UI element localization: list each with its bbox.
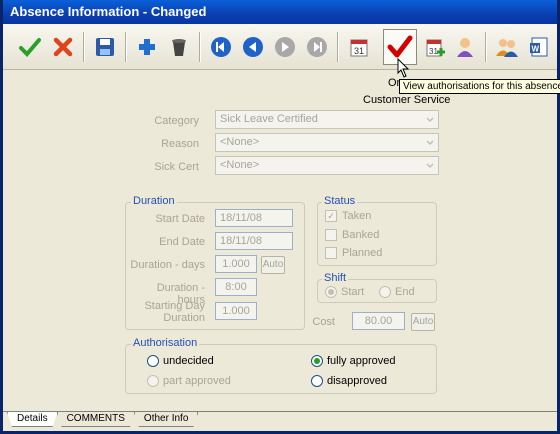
previous-record-icon (243, 37, 263, 57)
shift-end-radio[interactable]: End (379, 286, 415, 298)
people-button[interactable] (492, 32, 522, 62)
word-document-icon: W (530, 37, 548, 57)
person-button[interactable] (450, 32, 480, 62)
duration-title: Duration (131, 195, 177, 207)
starting-day-label: Starting Day (144, 300, 205, 312)
chevron-down-icon (422, 158, 437, 173)
calendar-button[interactable]: 31 (344, 32, 374, 62)
calendar-icon: 31 (350, 39, 368, 57)
last-record-button[interactable] (302, 32, 332, 62)
toolbar: 31 31 W (3, 24, 557, 70)
end-date-field[interactable]: 18/11/08 (215, 232, 293, 250)
previous-record-button[interactable] (238, 32, 268, 62)
status-title: Status (322, 195, 358, 207)
banked-label: Banked (342, 229, 380, 241)
planned-checkbox[interactable]: Planned (325, 247, 382, 259)
calendar-add-button[interactable]: 31 (420, 32, 450, 62)
cancel-button[interactable] (48, 32, 78, 62)
taken-label: Taken (342, 210, 372, 222)
reason-value: <None> (220, 136, 260, 148)
last-record-icon (307, 37, 327, 57)
taken-checkbox[interactable]: ✓ Taken (325, 210, 371, 222)
delete-x-icon (53, 37, 73, 57)
tab-comments[interactable]: COMMENTS (57, 412, 135, 427)
category-select[interactable]: Sick Leave Certified (215, 110, 439, 129)
save-disk-icon (96, 38, 114, 56)
checkmark-icon (19, 38, 41, 57)
first-record-icon (211, 37, 231, 57)
authorisation-tick-icon (387, 35, 413, 58)
save-button[interactable] (90, 32, 120, 62)
radio-circle (147, 375, 159, 387)
duration-hours-field[interactable]: 8:00 (215, 278, 257, 296)
banked-checkbox[interactable]: Banked (325, 229, 379, 241)
starting-day-label-2: Duration (163, 312, 205, 324)
svg-text:W: W (532, 45, 540, 54)
shift-start-label: Start (341, 286, 365, 298)
duration-auto-button[interactable]: Auto (261, 256, 285, 274)
category-label: Category (154, 115, 199, 127)
radio-circle (379, 286, 391, 298)
duration-days-label: Duration - days (130, 259, 205, 271)
tab-strip: Details COMMENTS Other Info (7, 412, 197, 428)
next-record-button[interactable] (270, 32, 300, 62)
first-record-button[interactable] (206, 32, 236, 62)
duration-days-field[interactable]: 1.000 (215, 255, 257, 273)
undecided-radio[interactable]: undecided (147, 355, 214, 367)
next-record-icon (275, 37, 295, 57)
planned-label: Planned (342, 247, 383, 259)
authorisation-title: Authorisation (131, 337, 200, 349)
sick-cert-select[interactable]: <None> (215, 156, 439, 175)
tab-other-info[interactable]: Other Info (134, 412, 198, 427)
part-approved-label: part approved (163, 375, 231, 387)
cost-label: Cost (312, 316, 335, 328)
start-date-label: Start Date (155, 213, 205, 225)
planned-box (325, 247, 337, 259)
chevron-down-icon (422, 135, 437, 150)
shift-end-label: End (395, 286, 415, 298)
reason-label: Reason (161, 138, 199, 150)
add-button[interactable] (132, 32, 162, 62)
sick-cert-value: <None> (220, 159, 260, 171)
window-title: Absence Information - Changed (3, 0, 557, 24)
absence-window: Absence Information - Changed 31 31 W On… (0, 0, 560, 434)
svg-text:31: 31 (354, 46, 364, 56)
starting-day-field[interactable]: 1.000 (215, 302, 257, 320)
cost-auto-button[interactable]: Auto (411, 313, 435, 331)
tab-details[interactable]: Details (7, 412, 58, 427)
tooltip: View authorisations for this absence (399, 79, 560, 94)
radio-circle (147, 355, 159, 367)
category-value: Sick Leave Certified (220, 113, 318, 125)
banked-box (325, 229, 337, 241)
shift-title: Shift (322, 272, 349, 284)
disapproved-radio[interactable]: disapproved (311, 375, 387, 387)
confirm-button[interactable] (15, 32, 45, 62)
person-icon (457, 38, 473, 57)
radio-circle (325, 286, 337, 298)
end-date-label: End Date (159, 236, 205, 248)
calendar-add-icon: 31 (426, 39, 445, 57)
ghost-label-department: Customer Service (363, 94, 451, 106)
checkmark-icon: ✓ (325, 210, 337, 222)
fully-approved-radio[interactable]: fully approved (311, 355, 396, 367)
sick-cert-label: Sick Cert (154, 161, 199, 173)
shift-start-radio[interactable]: Start (325, 286, 364, 298)
radio-circle (311, 375, 323, 387)
add-plus-icon (139, 39, 155, 55)
cost-field[interactable]: 80.00 (352, 312, 405, 330)
trash-bin-icon (172, 39, 186, 56)
word-export-button[interactable]: W (524, 32, 554, 62)
undecided-label: undecided (163, 355, 214, 367)
chevron-down-icon (422, 112, 437, 127)
mouse-pointer-icon (397, 58, 409, 78)
people-icon (496, 39, 518, 57)
delete-button[interactable] (164, 32, 194, 62)
reason-select[interactable]: <None> (215, 133, 439, 152)
part-approved-radio[interactable]: part approved (147, 375, 231, 387)
radio-circle (311, 355, 323, 367)
start-date-field[interactable]: 18/11/08 (215, 209, 293, 227)
disapproved-label: disapproved (327, 375, 387, 387)
fully-approved-label: fully approved (327, 355, 396, 367)
